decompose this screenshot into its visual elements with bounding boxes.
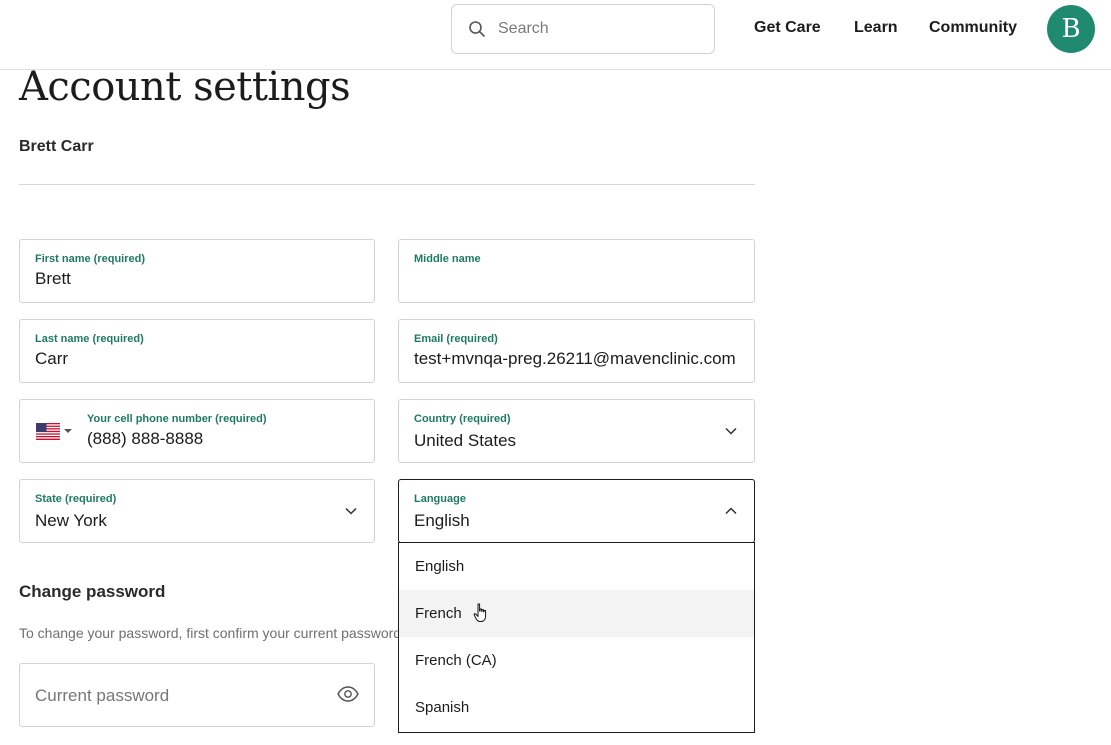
language-option-english[interactable]: English bbox=[399, 543, 754, 590]
first-name-label: First name (required) bbox=[35, 253, 146, 265]
eye-icon[interactable] bbox=[337, 686, 359, 702]
language-option-french-ca[interactable]: French (CA) bbox=[399, 637, 754, 684]
chevron-up-icon[interactable] bbox=[724, 504, 738, 518]
top-navigation-bar: Get Care Learn Community B bbox=[0, 0, 1111, 70]
language-label: Language bbox=[414, 493, 466, 505]
chevron-down-icon[interactable] bbox=[724, 424, 738, 438]
phone-field[interactable]: Your cell phone number (required) (888) … bbox=[19, 399, 375, 463]
nav-get-care[interactable]: Get Care bbox=[754, 19, 821, 37]
change-password-hint: To change your password, first confirm y… bbox=[19, 625, 399, 641]
middle-name-field[interactable]: Middle name bbox=[398, 239, 755, 303]
language-value: English bbox=[414, 511, 470, 530]
user-name: Brett Carr bbox=[19, 138, 94, 155]
current-password-placeholder[interactable]: Current password bbox=[35, 686, 360, 706]
last-name-field[interactable]: Last name (required) Carr bbox=[19, 319, 375, 383]
us-flag-icon[interactable] bbox=[36, 423, 60, 440]
email-value[interactable]: test+mvnqa-preg.26211@mavenclinic.com bbox=[414, 349, 739, 369]
nav-community[interactable]: Community bbox=[929, 19, 1017, 37]
phone-value[interactable]: (888) 888-8888 bbox=[87, 429, 357, 449]
language-dropdown-menu: English French French (CA) Spanish bbox=[398, 542, 755, 733]
email-label: Email (required) bbox=[414, 333, 498, 345]
current-password-field[interactable]: Current password bbox=[19, 663, 375, 727]
country-select[interactable]: Country (required) United States bbox=[398, 399, 755, 463]
divider bbox=[19, 184, 755, 185]
language-option-french[interactable]: French bbox=[399, 590, 754, 637]
country-value: United States bbox=[414, 431, 517, 450]
language-option-spanish[interactable]: Spanish bbox=[399, 684, 754, 731]
state-label: State (required) bbox=[35, 493, 117, 505]
middle-name-label: Middle name bbox=[414, 253, 481, 265]
search-box[interactable] bbox=[451, 4, 715, 54]
state-select[interactable]: State (required) New York bbox=[19, 479, 375, 543]
language-select[interactable]: Language English bbox=[398, 479, 755, 543]
search-icon bbox=[469, 21, 485, 37]
first-name-field[interactable]: First name (required) Brett bbox=[19, 239, 375, 303]
phone-label: Your cell phone number (required) bbox=[87, 413, 267, 425]
state-value: New York bbox=[35, 511, 107, 530]
search-input[interactable] bbox=[498, 20, 698, 38]
page-title: Account settings bbox=[19, 64, 351, 110]
country-label: Country (required) bbox=[414, 413, 511, 425]
avatar[interactable]: B bbox=[1047, 5, 1095, 53]
last-name-label: Last name (required) bbox=[35, 333, 144, 345]
last-name-value[interactable]: Carr bbox=[35, 349, 360, 369]
first-name-value[interactable]: Brett bbox=[35, 269, 360, 289]
change-password-heading: Change password bbox=[19, 582, 166, 601]
chevron-down-icon[interactable] bbox=[344, 504, 358, 518]
chevron-down-icon[interactable] bbox=[64, 429, 72, 433]
nav-learn[interactable]: Learn bbox=[854, 19, 898, 37]
hand-cursor-icon bbox=[473, 603, 487, 622]
email-field[interactable]: Email (required) test+mvnqa-preg.26211@m… bbox=[398, 319, 755, 383]
